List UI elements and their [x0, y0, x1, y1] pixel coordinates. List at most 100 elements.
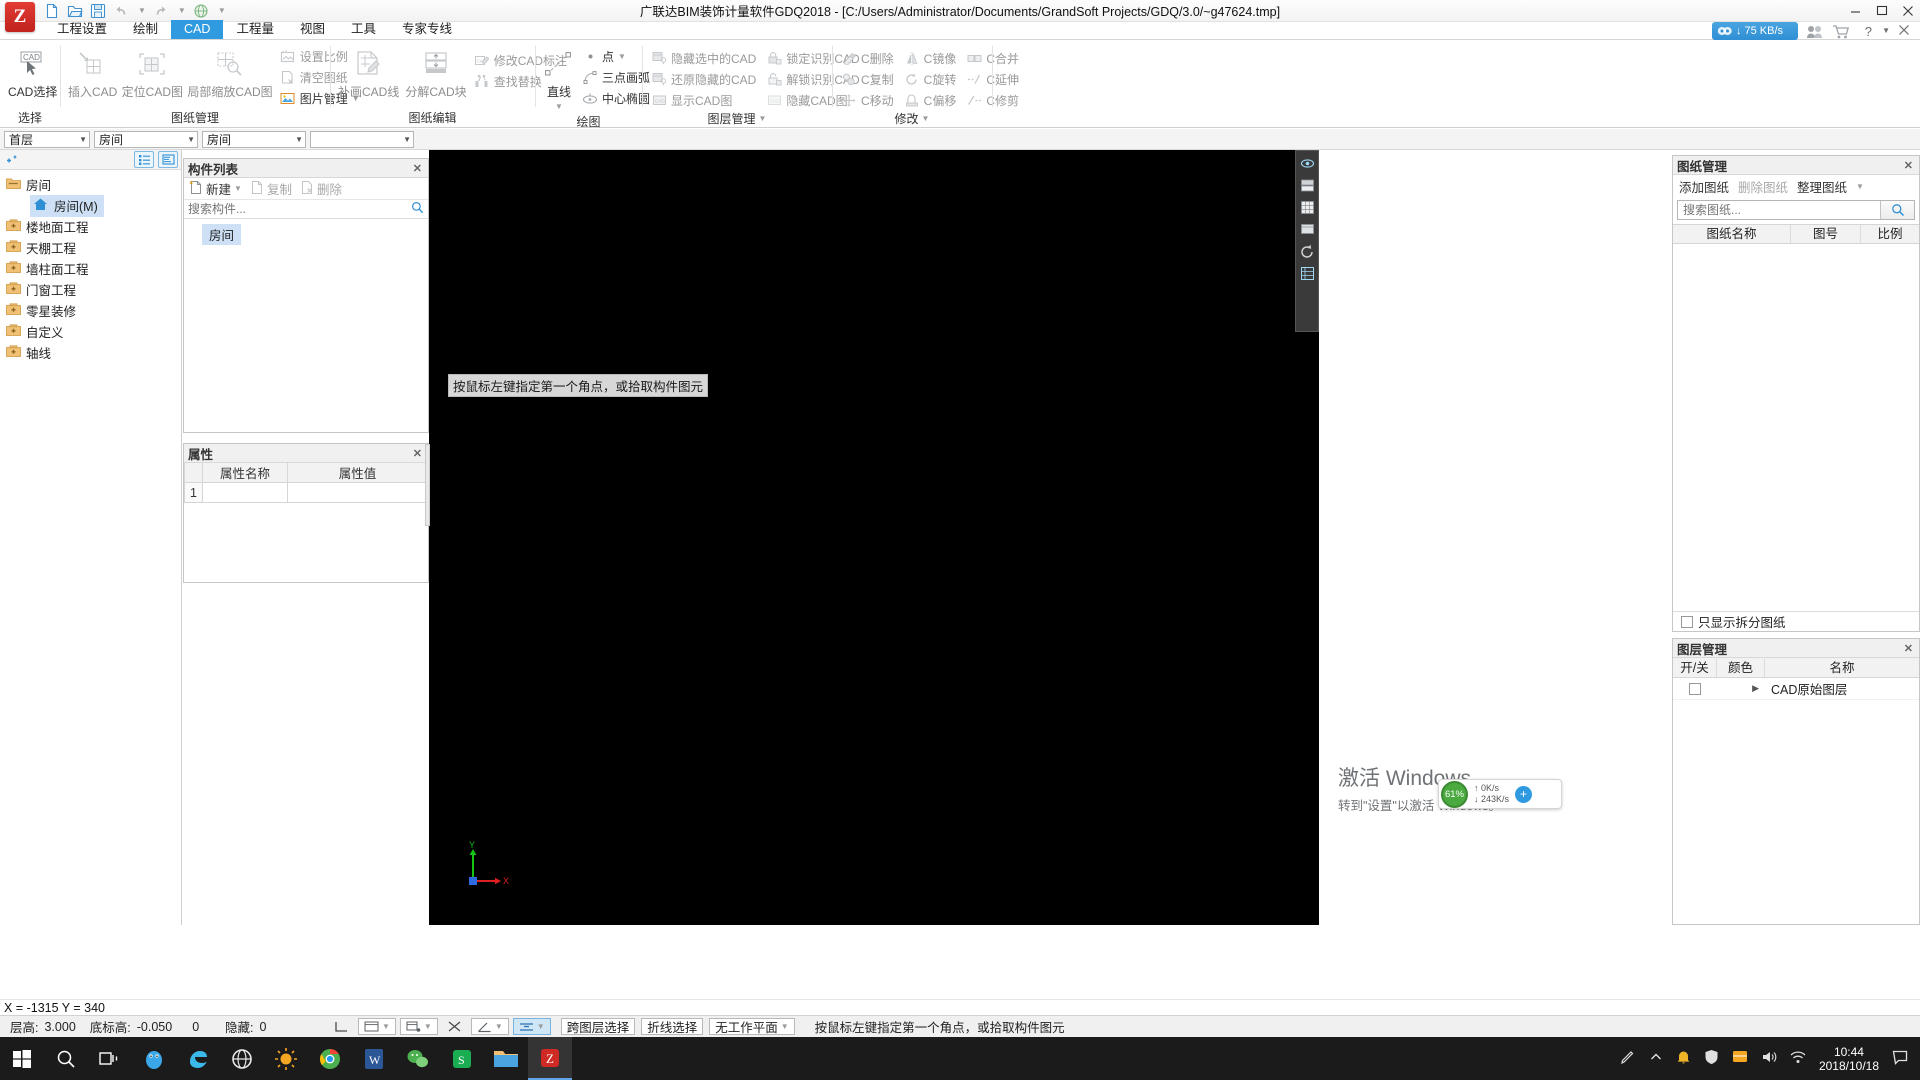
drawing-search-button[interactable] — [1880, 201, 1914, 219]
tab-engineering-settings[interactable]: 工程设置 — [44, 20, 120, 39]
search-button[interactable] — [44, 1037, 88, 1080]
angle-toggle[interactable]: ▼ — [470, 1018, 509, 1035]
tab-view[interactable]: 视图 — [287, 20, 338, 39]
taskbar-app-qq[interactable] — [132, 1037, 176, 1080]
delete-component-button[interactable]: 删除 — [300, 179, 342, 198]
cad-display-icon[interactable] — [1298, 220, 1317, 239]
table-row[interactable]: ▶ CAD原始图层 — [1673, 678, 1919, 700]
new-component-dropdown-icon[interactable]: ▼ — [234, 184, 242, 193]
draw-cad-line-button[interactable]: 补画CAD线 — [336, 44, 401, 103]
category-select-chevron-down-icon[interactable]: ▼ — [183, 135, 195, 144]
layer-toggle[interactable]: ▼ — [358, 1018, 396, 1035]
redo-dropdown-icon[interactable]: ▼ — [178, 6, 186, 15]
tree-node-floor-works[interactable]: 楼地面工程 — [0, 216, 181, 237]
open-file-icon[interactable] — [67, 3, 83, 19]
show-split-drawings-checkbox[interactable] — [1681, 615, 1693, 628]
ribbon-collapse-icon[interactable]: ▼ — [1882, 26, 1890, 35]
taskbar-app-edge[interactable] — [176, 1037, 220, 1080]
list-view-icon[interactable] — [134, 151, 154, 168]
component-select-chevron-down-icon[interactable]: ▼ — [291, 135, 303, 144]
snap-toggle-dropdown-icon[interactable]: ▼ — [424, 1022, 432, 1031]
floor-select-chevron-down-icon[interactable]: ▼ — [75, 135, 87, 144]
list-item[interactable]: 房间 — [202, 224, 242, 245]
snap-toggle[interactable]: ▼ — [399, 1018, 438, 1035]
save-icon[interactable] — [90, 3, 106, 19]
undo-icon[interactable] — [113, 3, 129, 19]
tray-volume-icon[interactable] — [1761, 1049, 1777, 1068]
angle-toggle-dropdown-icon[interactable]: ▼ — [495, 1022, 503, 1031]
layer-expand-icon[interactable]: ▶ — [1717, 678, 1765, 699]
taskbar-app-chrome[interactable] — [308, 1037, 352, 1080]
network-speed-badge[interactable]: ↓ 75 KB/s — [1712, 22, 1798, 40]
ribbon-group-layer-manage-title[interactable]: 图层管理 ▼ — [642, 110, 832, 127]
work-plane-dropdown-icon[interactable]: ▼ — [781, 1022, 789, 1031]
tab-tools[interactable]: 工具 — [338, 20, 389, 39]
cad-rotate-icon[interactable] — [1298, 242, 1317, 261]
restore-hidden-cad-button[interactable]: 还原隐藏的CAD — [648, 69, 761, 89]
add-node-icon[interactable] — [3, 151, 23, 168]
new-component-button[interactable]: 新建 ▼ — [189, 179, 242, 198]
search-icon[interactable] — [411, 201, 424, 217]
panel-resize-handle[interactable] — [425, 444, 430, 526]
copy-component-button[interactable]: 复制 — [250, 179, 292, 198]
layer-onoff-checkbox[interactable] — [1689, 682, 1701, 695]
network-monitor-widget[interactable]: 61% ↑ 0K/s ↓ 243K/s + — [1438, 779, 1562, 809]
tree-node-wall-column-works[interactable]: 墙柱面工程 — [0, 258, 181, 279]
ribbon-group-modify-title[interactable]: 修改 ▼ — [832, 110, 992, 127]
cad-layers-icon[interactable] — [1298, 176, 1317, 195]
layer-manager-close-icon[interactable]: ✕ — [1902, 642, 1915, 655]
cad-grid-icon[interactable] — [1298, 198, 1317, 217]
component-select[interactable]: 房间 ▼ — [202, 130, 306, 148]
delete-drawing-button[interactable]: 删除图纸 — [1738, 177, 1788, 196]
layer-manage-group-dropdown-icon[interactable]: ▼ — [759, 111, 767, 127]
taskbar-app-browser[interactable] — [220, 1037, 264, 1080]
start-button[interactable] — [0, 1037, 44, 1080]
polyline-select-button[interactable]: 折线选择 — [641, 1018, 704, 1035]
tree-node-room-m[interactable]: 房间(M) — [0, 194, 181, 217]
taskbar-app-wechat[interactable] — [396, 1037, 440, 1080]
tree-node-door-window-works[interactable]: 门窗工程 — [0, 279, 181, 300]
tab-expert-line[interactable]: 专家专线 — [389, 20, 465, 39]
globe-icon[interactable] — [193, 3, 209, 19]
properties-row-value[interactable] — [287, 482, 428, 503]
tray-shield-icon[interactable] — [1704, 1049, 1719, 1068]
taskbar-app-gdq[interactable]: Z — [528, 1037, 572, 1080]
task-view-button[interactable] — [88, 1037, 132, 1080]
organize-drawing-dropdown-icon[interactable]: ▼ — [1856, 182, 1864, 191]
tab-cad[interactable]: CAD — [171, 20, 224, 39]
work-plane-button[interactable]: 无工作平面 ▼ — [709, 1018, 795, 1035]
taskbar-app-folder[interactable] — [484, 1037, 528, 1080]
insert-cad-button[interactable]: 插入CAD — [66, 44, 119, 103]
cad-table-icon[interactable] — [1298, 264, 1317, 283]
point-dropdown-icon[interactable]: ▼ — [618, 52, 626, 61]
taskbar-app-word[interactable]: W — [352, 1037, 396, 1080]
maximize-button[interactable] — [1876, 5, 1888, 17]
close-button[interactable] — [1902, 5, 1914, 17]
locate-cad-button[interactable]: 定位CAD图 — [121, 44, 183, 103]
nosnap-toggle[interactable] — [442, 1018, 467, 1035]
c-delete-button[interactable]: C删除 — [838, 48, 899, 68]
modify-group-dropdown-icon[interactable]: ▼ — [922, 111, 930, 127]
drawing-manager-close-icon[interactable]: ✕ — [1902, 159, 1915, 172]
explode-cad-block-button[interactable]: 分解CAD块 — [403, 44, 468, 103]
c-move-button[interactable]: C移动 — [838, 90, 899, 110]
table-row[interactable]: 1 — [184, 482, 428, 503]
taskbar-app-sun[interactable] — [264, 1037, 308, 1080]
cad-eye-icon[interactable] — [1298, 154, 1317, 173]
layer-toggle-dropdown-icon[interactable]: ▼ — [382, 1022, 390, 1031]
cad-select-button[interactable]: CAD CAD选择 — [6, 44, 59, 103]
c-copy-button[interactable]: C复制 — [838, 69, 899, 89]
tray-flag-icon[interactable] — [1732, 1049, 1748, 1068]
tree-node-misc-decoration[interactable]: 零星装修 — [0, 300, 181, 321]
network-widget-expand-button[interactable]: + — [1515, 785, 1533, 803]
ortho-toggle[interactable] — [329, 1018, 354, 1035]
drawing-search-input[interactable] — [1678, 201, 1880, 219]
c-mirror-button[interactable]: C镜像 — [901, 48, 962, 68]
tray-bell-icon[interactable] — [1676, 1049, 1691, 1068]
align-toggle-dropdown-icon[interactable]: ▼ — [537, 1022, 545, 1031]
extra-select[interactable]: ▼ — [310, 130, 414, 148]
cross-layer-select-button[interactable]: 跨图层选择 — [560, 1018, 636, 1035]
c-rotate-button[interactable]: C旋转 — [901, 69, 962, 89]
show-cad-button[interactable]: CAD 显示CAD图 — [648, 90, 761, 110]
properties-close-icon[interactable]: ✕ — [411, 447, 424, 460]
